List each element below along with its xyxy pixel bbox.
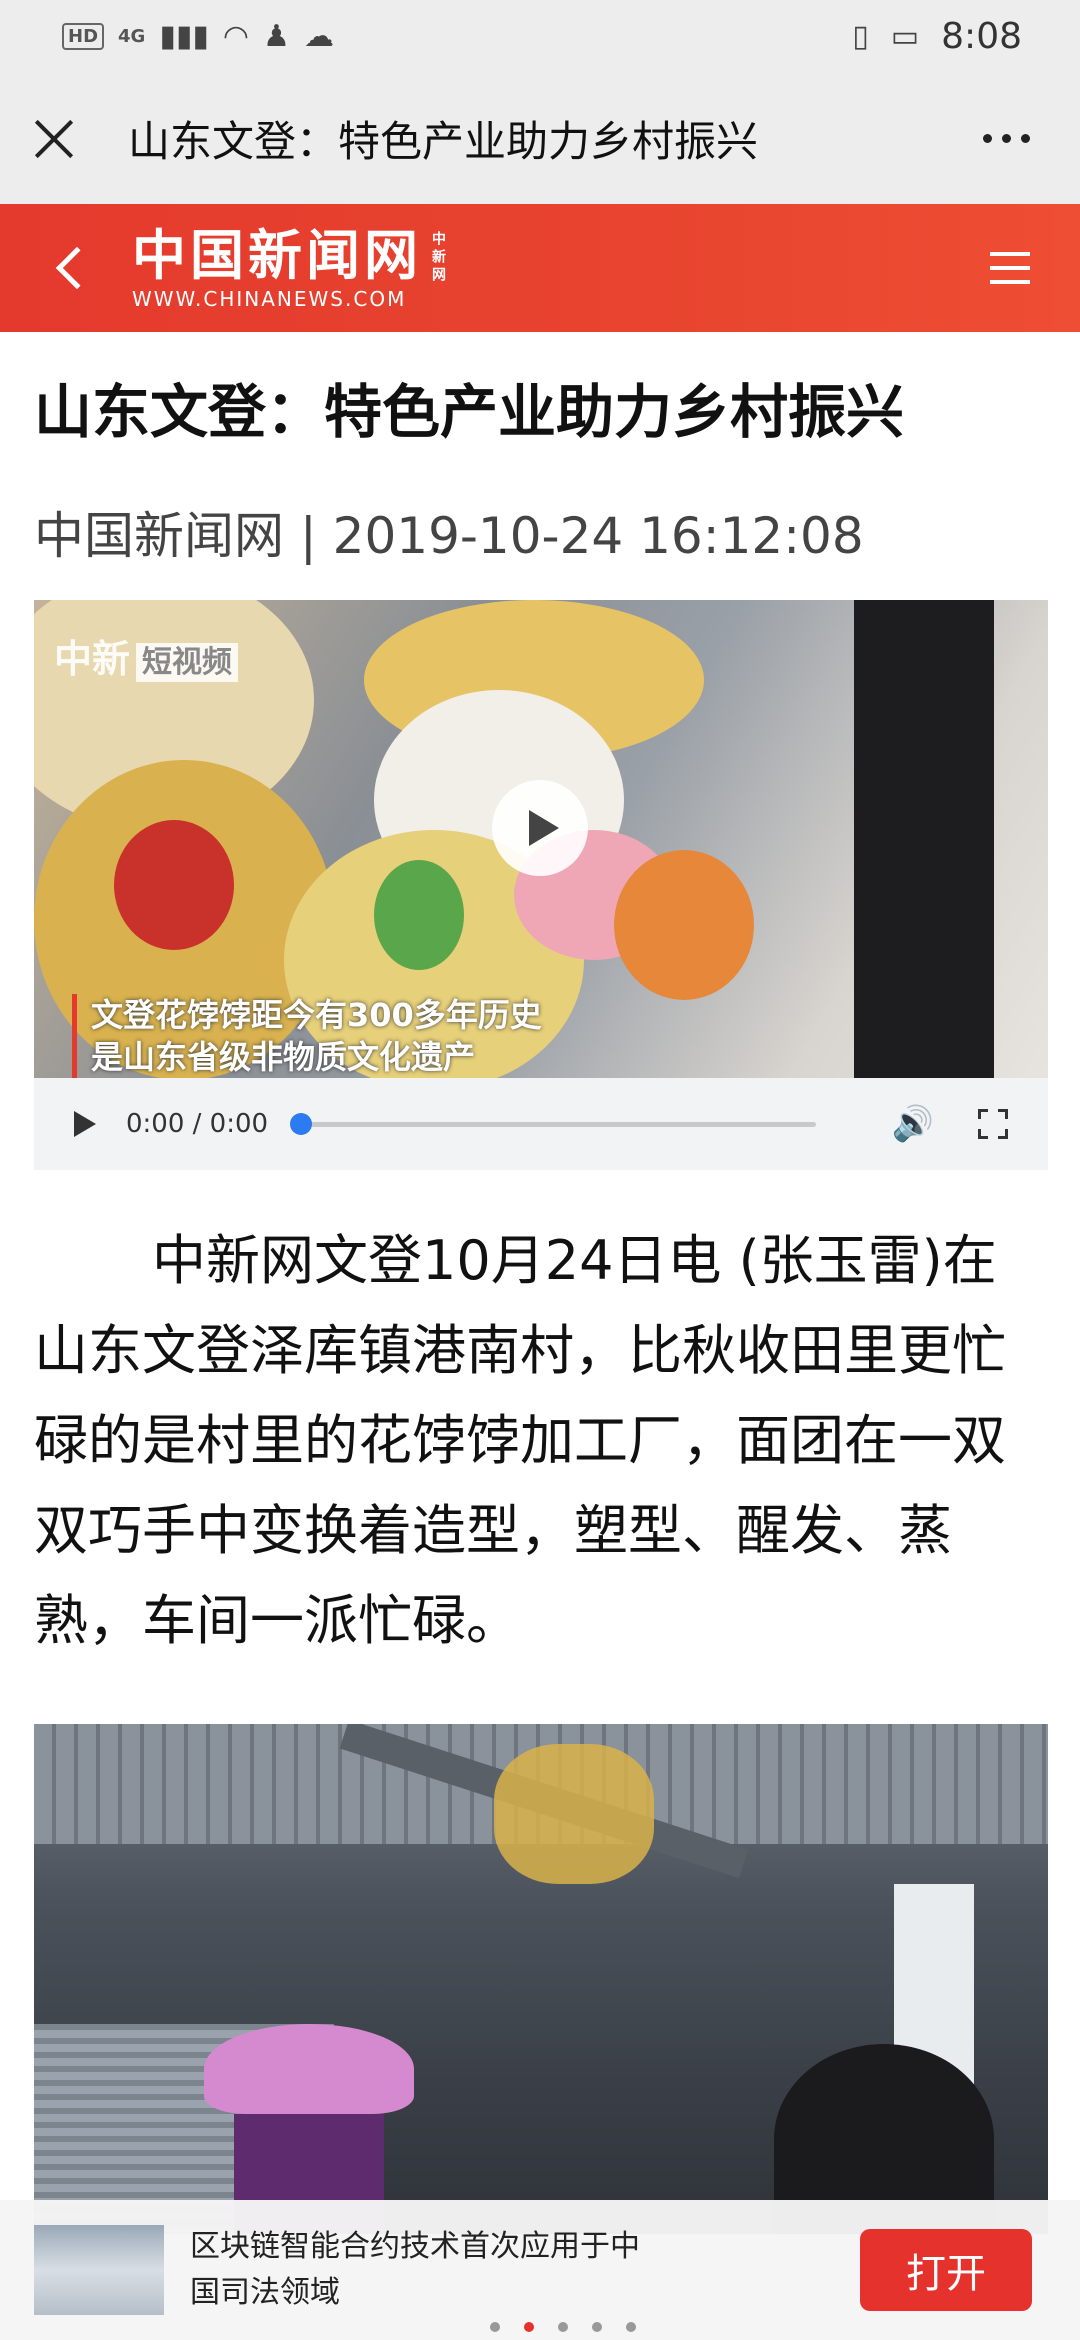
video-caption: 文登花饽饽距今有300多年历史 是山东省级非物质文化遗产	[72, 994, 542, 1078]
volume-icon[interactable]: 🔊	[892, 1104, 934, 1144]
title-bar: 山东文登：特色产业助力乡村振兴	[0, 72, 1080, 204]
status-left: HD 4G ▮▮▮ ◠ ♟ ☁	[62, 19, 334, 54]
article-meta: 中国新闻网 | 2019-10-24 16:12:08	[34, 507, 864, 565]
page-title: 山东文登：特色产业助力乡村振兴	[128, 116, 759, 166]
hd-badge: HD	[62, 22, 105, 50]
back-chevron-icon[interactable]	[55, 246, 99, 290]
app-promo-banner[interactable]: 区块链智能合约技术首次应用于中国司法领域 打开	[0, 2200, 1080, 2340]
close-icon[interactable]	[30, 114, 78, 162]
caption-line-1: 文登花饽饽距今有300多年历史	[91, 996, 542, 1034]
video-time: 0:00 / 0:00	[126, 1109, 269, 1139]
signal-icon: ▮▮▮	[159, 18, 209, 54]
photo-decor	[204, 2024, 414, 2114]
carousel-dot[interactable]	[626, 2322, 636, 2332]
watermark-tag: 短视频	[136, 643, 239, 682]
photo-decor	[494, 1744, 654, 1884]
play-icon[interactable]	[74, 1111, 96, 1137]
article-body: 中新网文登10月24日电 (张玉雷)在山东文登泽库镇港南村，比秋收田里更忙碌的是…	[34, 1229, 1006, 1652]
carousel-dot[interactable]	[592, 2322, 602, 2332]
play-button[interactable]	[492, 780, 588, 876]
video-progress-slider[interactable]	[290, 1112, 817, 1135]
article-photo	[34, 1724, 1048, 2234]
video-player[interactable]: 中新 短视频 文登花饽饽距今有300多年历史 是山东省级非物质文化遗产	[34, 600, 1048, 1078]
vibrate-icon: ▯	[852, 18, 869, 54]
progress-thumb[interactable]	[290, 1112, 313, 1135]
banner-thumbnail[interactable]	[34, 2225, 164, 2315]
carousel-dot[interactable]	[490, 2322, 500, 2332]
qq-icon: ♟	[263, 18, 290, 54]
play-icon	[529, 810, 559, 846]
status-bar: HD 4G ▮▮▮ ◠ ♟ ☁ ▯ ▭ 8:08	[0, 0, 1080, 72]
site-header: 中国新闻网 中新网 WWW.CHINANEWS.COM	[0, 204, 1080, 332]
cloud-icon: ☁	[303, 18, 334, 54]
network-type: 4G	[118, 25, 146, 47]
more-options-icon[interactable]	[983, 133, 1050, 143]
open-app-button[interactable]: 打开	[860, 2229, 1032, 2311]
video-frame-decor	[854, 600, 994, 1078]
logo-text: 中国新闻网	[132, 223, 422, 287]
video-frame-decor	[614, 850, 754, 1000]
logo-small-text: 中新网	[430, 231, 446, 285]
video-frame-decor	[374, 860, 464, 970]
fullscreen-icon[interactable]	[978, 1109, 1008, 1139]
battery-icon: ▭	[890, 18, 920, 54]
wifi-icon: ◠	[222, 18, 250, 54]
carousel-dot[interactable]	[524, 2322, 534, 2332]
logo-url: WWW.CHINANEWS.COM	[132, 287, 407, 311]
video-controls: 0:00 / 0:00 🔊	[34, 1078, 1048, 1170]
caption-line-2: 是山东省级非物质文化遗产	[91, 1038, 476, 1076]
status-right: ▯ ▭ 8:08	[852, 16, 1022, 57]
video-watermark: 中新 短视频	[54, 628, 239, 683]
banner-headline[interactable]: 区块链智能合约技术首次应用于中国司法领域	[190, 2224, 650, 2316]
menu-icon[interactable]	[990, 252, 1030, 284]
watermark-main: 中新	[54, 637, 131, 681]
video-frame-decor	[114, 820, 234, 950]
article-title: 山东文登：特色产业助力乡村振兴	[34, 378, 905, 446]
status-time: 8:08	[941, 15, 1022, 57]
carousel-dot[interactable]	[558, 2322, 568, 2332]
carousel-dots	[490, 2322, 636, 2332]
site-logo[interactable]: 中国新闻网 中新网 WWW.CHINANEWS.COM	[132, 225, 446, 311]
